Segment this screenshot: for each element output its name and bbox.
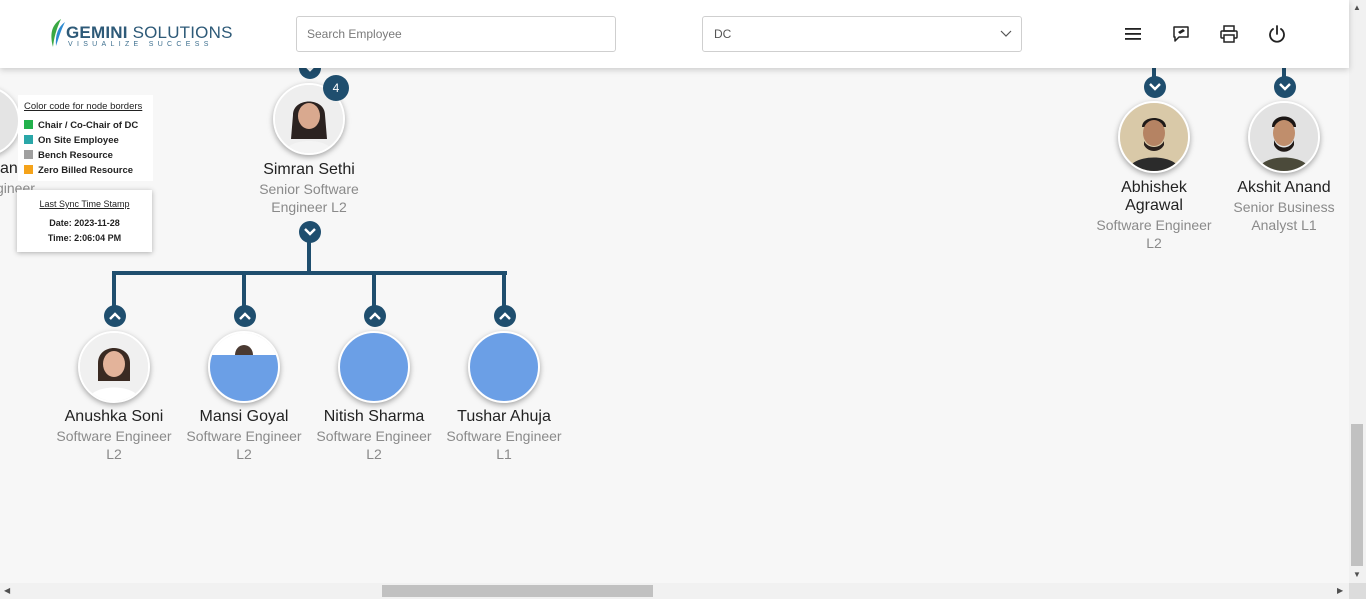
- gemini-solutions-logo[interactable]: GEMINI SOLUTIONS VISUALIZE SUCCESS: [47, 18, 232, 50]
- chevron-up-icon: [369, 312, 381, 320]
- employee-role: Software Engineer L2: [56, 428, 172, 462]
- sync-title: Last Sync Time Stamp: [39, 199, 130, 209]
- partial-node-name: an: [0, 160, 18, 177]
- legend-title: Color code for node borders: [24, 101, 143, 112]
- chevron-down-icon: [1000, 30, 1012, 37]
- chevron-up-icon: [499, 312, 511, 320]
- menu-icon[interactable]: [1123, 24, 1143, 44]
- collapse-up-toggle[interactable]: [364, 305, 386, 327]
- sync-timestamp-panel: Last Sync Time Stamp Date: 2023-11-28 Ti…: [17, 190, 152, 252]
- avatar-tushar-ahuja[interactable]: [468, 331, 540, 403]
- employee-role: Software Engineer L2: [316, 428, 432, 462]
- person-photo: [80, 333, 148, 401]
- reports-count-badge: 4: [323, 75, 349, 101]
- employee-name: Akshit Anand: [1237, 179, 1331, 196]
- feedback-icon[interactable]: [1171, 24, 1191, 44]
- legend-swatch: [24, 165, 33, 174]
- person-photo: [210, 333, 278, 401]
- legend-item-zero-billed: Zero Billed Resource: [24, 165, 133, 176]
- legend-item-bench: Bench Resource: [24, 150, 113, 161]
- collapse-up-toggle[interactable]: [494, 305, 516, 327]
- scroll-up-arrow-icon[interactable]: ▲: [1353, 4, 1361, 12]
- connector-line: [307, 242, 311, 274]
- color-legend: Color code for node borders Chair / Co-C…: [18, 95, 153, 181]
- legend-item-chair: Chair / Co-Chair of DC: [24, 120, 138, 131]
- legend-item-onsite: On Site Employee: [24, 135, 119, 146]
- connector-line: [112, 271, 116, 307]
- collapse-children-toggle[interactable]: [1144, 76, 1166, 98]
- chevron-down-icon: [1279, 83, 1291, 91]
- avatar-anushka-soni[interactable]: [78, 331, 150, 403]
- collapse-up-toggle[interactable]: [104, 305, 126, 327]
- connector-line: [502, 271, 506, 307]
- collapse-children-toggle[interactable]: [299, 221, 321, 243]
- scroll-left-arrow-icon[interactable]: ◀: [4, 587, 10, 595]
- scrollbar-corner: [1349, 583, 1366, 599]
- sync-date: Date: 2023-11-28: [49, 218, 120, 228]
- scroll-right-arrow-icon[interactable]: ▶: [1337, 587, 1343, 595]
- print-icon[interactable]: [1219, 24, 1239, 44]
- legend-swatch: [24, 120, 33, 129]
- employee-role: Senior Software Engineer L2: [259, 181, 359, 215]
- collapse-up-toggle[interactable]: [234, 305, 256, 327]
- employee-role: Software Engineer L2: [1096, 217, 1212, 251]
- connector-line: [112, 271, 507, 275]
- connector-line: [242, 271, 246, 307]
- scroll-down-arrow-icon[interactable]: ▼: [1353, 571, 1361, 579]
- avatar-abhishek-agrawal[interactable]: [1118, 101, 1190, 173]
- avatar-akshit-anand[interactable]: [1248, 101, 1320, 173]
- legend-swatch: [24, 135, 33, 144]
- power-icon[interactable]: [1267, 24, 1287, 44]
- chevron-up-icon: [109, 312, 121, 320]
- logo-brand: GEMINI SOLUTIONS: [66, 23, 233, 42]
- employee-name: Simran Sethi: [263, 161, 355, 178]
- chevron-down-icon: [1149, 83, 1161, 91]
- employee-role: Software Engineer L1: [446, 428, 562, 462]
- collapse-children-toggle[interactable]: [1274, 76, 1296, 98]
- app-header: GEMINI SOLUTIONS VISUALIZE SUCCESS DC: [0, 0, 1349, 68]
- chevron-up-icon: [239, 312, 251, 320]
- department-select[interactable]: DC: [702, 16, 1022, 52]
- person-photo: [1120, 103, 1188, 171]
- department-select-value: DC: [714, 27, 732, 41]
- horizontal-scrollbar[interactable]: [0, 583, 1349, 599]
- employee-role: Software Engineer L2: [186, 428, 302, 462]
- search-employee-input[interactable]: [296, 16, 616, 52]
- leaf-logo-icon: [51, 19, 65, 47]
- horizontal-scroll-thumb[interactable]: [382, 585, 653, 597]
- employee-role: Senior Business Analyst L1: [1233, 199, 1335, 233]
- legend-swatch: [24, 150, 33, 159]
- partial-node-avatar[interactable]: [0, 86, 20, 156]
- person-photo: [1250, 103, 1318, 171]
- vertical-scroll-thumb[interactable]: [1351, 424, 1363, 566]
- avatar-mansi-goyal[interactable]: [208, 331, 280, 403]
- chevron-down-icon: [304, 228, 316, 236]
- avatar-nitish-sharma[interactable]: [338, 331, 410, 403]
- employee-name: Tushar Ahuja: [457, 408, 551, 425]
- sync-time: Time: 2:06:04 PM: [47, 233, 122, 243]
- logo-tagline: VISUALIZE SUCCESS: [68, 41, 213, 48]
- connector-line: [372, 271, 376, 307]
